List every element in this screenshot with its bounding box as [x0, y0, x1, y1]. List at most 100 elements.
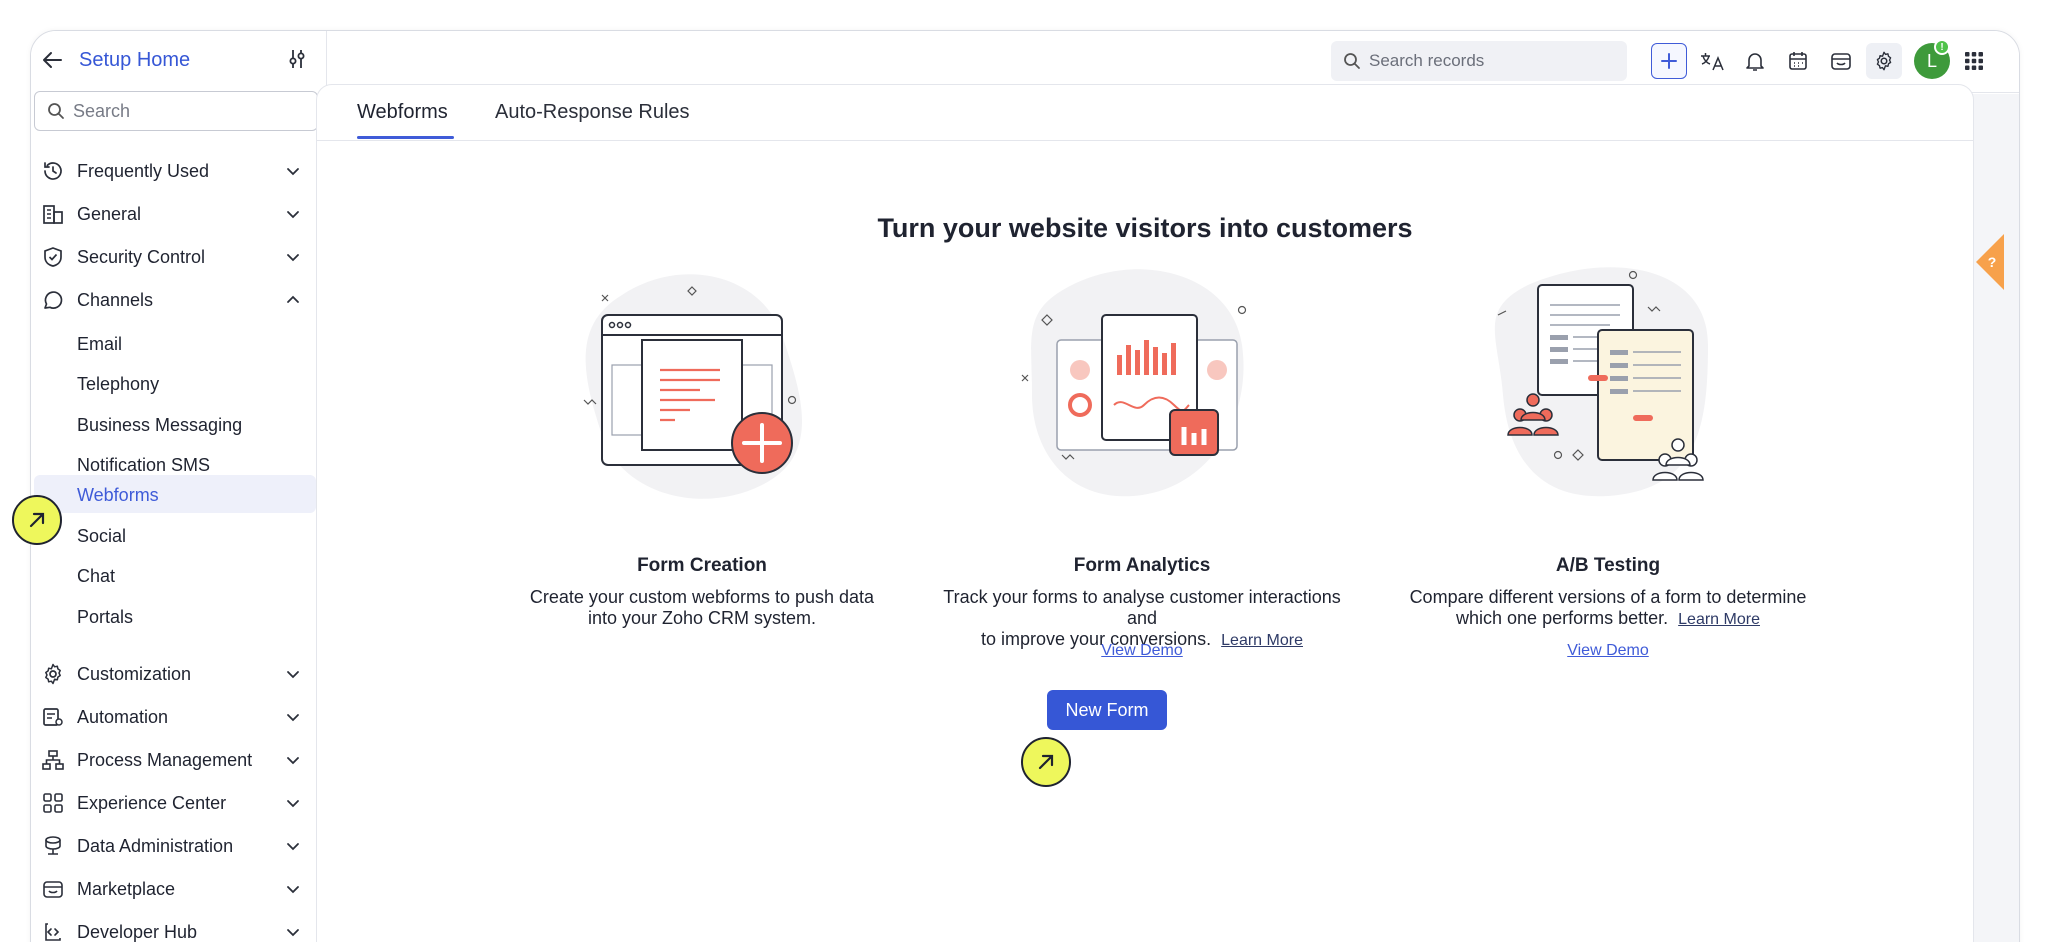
chevron-down-icon: [287, 211, 299, 219]
notifications-button[interactable]: [1737, 43, 1773, 79]
gear-icon: [1876, 51, 1892, 71]
chevron-down-icon: [287, 757, 299, 765]
webforms-card: Webforms Auto-Response Rules Turn your w…: [316, 84, 1974, 942]
sidebar-group-general[interactable]: General: [31, 194, 327, 234]
learn-more-link[interactable]: Learn More: [1678, 611, 1760, 628]
gear-icon: [45, 663, 61, 685]
chevron-down-icon: [287, 714, 299, 722]
tab-webforms[interactable]: Webforms: [357, 101, 448, 140]
sidebar-group-label: Data Administration: [77, 836, 234, 856]
feature-description: Compare different versions of a form to …: [1393, 587, 1823, 630]
sidebar-item-label: Webforms: [77, 485, 159, 505]
history-icon: [44, 162, 62, 180]
hero-title: Turn your website visitors into customer…: [877, 213, 1413, 243]
cursor-indicator: [12, 495, 62, 545]
sidebar-group-label: General: [77, 204, 142, 224]
search-icon: [48, 103, 64, 119]
notification-badge: !: [1934, 39, 1950, 55]
sidebar-item-label: Chat: [77, 566, 116, 586]
tab-bar: Webforms Auto-Response Rules: [317, 85, 1973, 141]
chevron-down-icon: [287, 843, 299, 851]
sidebar-group-label: Experience Center: [77, 793, 227, 813]
plus-icon: [1661, 53, 1677, 69]
grid-icon: [43, 793, 63, 813]
sidebar-group-marketplace[interactable]: Marketplace: [31, 869, 327, 909]
sidebar-item-business-messaging[interactable]: Business Messaging: [34, 405, 316, 443]
feature-description-line: which one performs better.: [1456, 608, 1669, 628]
sidebar-header: Setup Home: [31, 31, 326, 91]
sidebar-group-experience-center[interactable]: Experience Center: [31, 783, 327, 823]
sidebar-item-label: Portals: [77, 607, 134, 627]
active-tab-indicator: [357, 136, 454, 139]
sidebar-item-label: Business Messaging: [77, 415, 243, 435]
sidebar-group-frequently-used[interactable]: Frequently Used: [31, 151, 327, 191]
building-icon: [43, 205, 63, 224]
database-icon: [45, 836, 61, 855]
tab-auto-response-rules[interactable]: Auto-Response Rules: [495, 101, 690, 140]
sidebar-group-label: Marketplace: [77, 879, 176, 899]
search-icon: [1344, 53, 1360, 69]
apps-button[interactable]: [1956, 43, 1992, 79]
sidebar-group-customization[interactable]: Customization: [31, 654, 327, 694]
setup-sidebar: Setup Home Frequently Used General: [31, 31, 327, 942]
chevron-up-icon: [287, 295, 299, 303]
sidebar-item-label: Notification SMS: [77, 455, 211, 475]
code-icon: [45, 923, 61, 941]
feature-description-line: into your Zoho CRM system.: [587, 608, 817, 628]
translate-button[interactable]: [1694, 43, 1730, 79]
feature-description-line: Track your forms to analyse customer int…: [943, 587, 1341, 628]
new-form-button[interactable]: New Form: [1047, 690, 1167, 730]
sidebar-group-developer-hub[interactable]: Developer Hub: [31, 912, 327, 942]
help-icon: ?: [1988, 254, 1997, 270]
sidebar-item-label: Social: [77, 526, 127, 546]
calendar-icon: [1789, 52, 1807, 70]
arrow-up-right-icon: [1038, 754, 1054, 770]
chevron-down-icon: [287, 254, 299, 262]
sidebar-group-label: Frequently Used: [77, 161, 210, 181]
setup-home-title[interactable]: Setup Home: [79, 49, 190, 72]
form-creation-illustration: [583, 274, 802, 499]
sidebar-item-social[interactable]: Social: [34, 516, 316, 554]
calendar-button[interactable]: [1780, 43, 1816, 79]
sidebar-item-label: Email: [77, 334, 123, 354]
feature-description-line-wrap: which one performs better. Learn More: [1393, 608, 1823, 630]
sidebar-item-chat[interactable]: Chat: [34, 556, 316, 594]
feature-description-line: Compare different versions of a form to …: [1409, 587, 1807, 607]
sidebar-group-label: Automation: [77, 707, 169, 727]
create-new-button[interactable]: [1651, 43, 1687, 79]
sidebar-item-portals[interactable]: Portals: [34, 597, 316, 635]
feature-title: Form Creation: [637, 555, 767, 576]
ab-testing-illustration: [1494, 267, 1708, 497]
records-search[interactable]: [1331, 41, 1627, 81]
arrow-up-right-icon: [29, 512, 45, 528]
setup-settings-button[interactable]: [1866, 43, 1902, 79]
sidebar-item-webforms[interactable]: Webforms: [34, 475, 316, 513]
sidebar-group-channels[interactable]: Channels: [31, 280, 327, 320]
cursor-indicator: [1021, 737, 1071, 787]
sidebar-search-input[interactable]: [73, 100, 293, 122]
chat-bubble-icon: [44, 291, 63, 309]
sidebar-group-process-management[interactable]: Process Management: [31, 740, 327, 780]
sidebar-group-security-control[interactable]: Security Control: [31, 237, 327, 277]
chevron-down-icon: [287, 800, 299, 808]
chevron-down-icon: [287, 929, 299, 937]
filter-settings-icon[interactable]: [285, 47, 309, 71]
sidebar-group-data-administration[interactable]: Data Administration: [31, 826, 327, 866]
help-tab[interactable]: ?: [1966, 234, 2004, 290]
store-icon: [43, 881, 63, 898]
view-demo-link[interactable]: View Demo: [927, 642, 1357, 660]
sidebar-item-email[interactable]: Email: [34, 324, 316, 362]
marketplace-button[interactable]: [1823, 43, 1859, 79]
sidebar-group-label: Process Management: [77, 750, 253, 770]
view-demo-link[interactable]: View Demo: [1393, 642, 1823, 660]
sidebar-item-telephony[interactable]: Telephony: [34, 364, 316, 402]
automation-icon: [43, 708, 63, 726]
store-icon: [1831, 53, 1851, 70]
sidebar-search[interactable]: [34, 91, 318, 131]
sidebar-group-automation[interactable]: Automation: [31, 697, 327, 737]
records-search-input[interactable]: [1369, 51, 1609, 71]
process-icon: [42, 750, 64, 770]
back-arrow-icon[interactable]: [39, 47, 65, 73]
apps-grid-icon: [1965, 52, 1983, 70]
feature-title: Form Analytics: [1073, 555, 1211, 576]
